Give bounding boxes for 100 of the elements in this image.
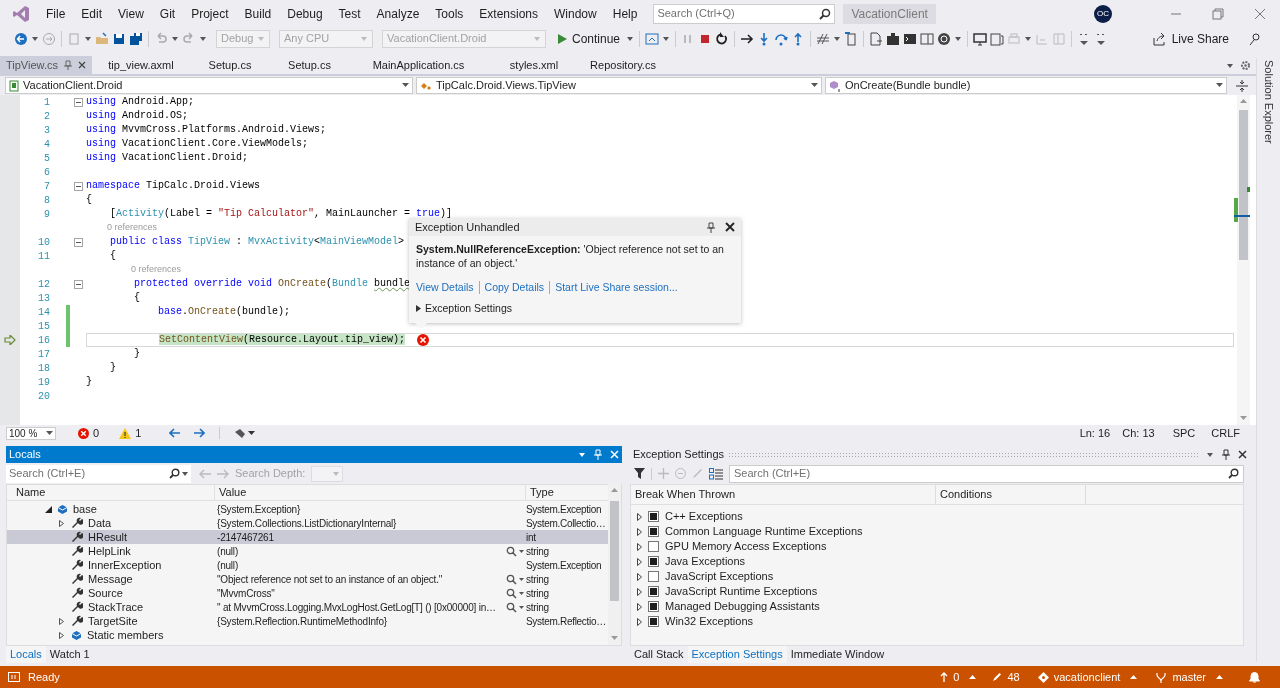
restore-icon[interactable] [1212, 7, 1224, 20]
menu-item[interactable]: Debug [279, 4, 331, 23]
menu-item[interactable]: Tools [427, 4, 472, 23]
checkbox[interactable] [648, 616, 659, 627]
changes-indicator[interactable]: 48 [992, 668, 1020, 686]
menu-item[interactable]: Extensions [471, 4, 547, 23]
collapse-icon[interactable] [74, 181, 83, 191]
navigation-dropdown[interactable]: TipCalc.Droid.Views.TipView [416, 77, 822, 94]
terminal-icon[interactable] [903, 31, 918, 46]
close-icon[interactable] [725, 222, 735, 232]
document-tab[interactable]: Repository.cs [580, 56, 666, 74]
document-tab[interactable]: MainApplication.cs [349, 56, 488, 74]
menu-item[interactable]: Help [604, 4, 646, 23]
vertical-scrollbar[interactable] [608, 484, 621, 645]
dropdown-caret-icon[interactable] [626, 35, 635, 42]
continue-button[interactable]: Continue [555, 29, 624, 48]
list-icon[interactable] [709, 467, 723, 480]
checkbox[interactable] [648, 571, 659, 582]
branch-indicator[interactable]: master [1155, 668, 1223, 686]
tree-row[interactable]: HResult -2147467261 int [7, 530, 609, 544]
forward-arrow-icon[interactable] [193, 428, 206, 438]
dropdown-caret-icon[interactable] [1024, 35, 1033, 42]
search-field[interactable]: Search (Ctrl+E) [729, 464, 1244, 483]
expand-arrow-icon[interactable] [59, 631, 64, 639]
checkbox[interactable] [648, 541, 659, 552]
monitor-icon[interactable] [973, 31, 988, 46]
column-header[interactable]: Conditions [935, 485, 1085, 504]
panel-tab[interactable]: Exception Settings [687, 646, 787, 663]
dropdown-caret-icon[interactable] [833, 35, 842, 42]
panel-tab[interactable]: Locals [6, 646, 46, 663]
pin-icon[interactable] [1222, 449, 1230, 460]
menu-item[interactable]: Build [236, 4, 280, 23]
visualizer-icon[interactable] [506, 545, 524, 557]
menu-item[interactable]: File [38, 4, 74, 23]
dropdown-caret-icon[interactable] [662, 35, 671, 42]
navigation-dropdown[interactable]: OnCreate(Bundle bundle) [825, 77, 1227, 94]
tree-row[interactable]: TargetSite {System.Reflection.RuntimeMethodInfo} System.Reflectio… [7, 614, 609, 628]
menu-item[interactable]: Edit [73, 4, 111, 23]
warning-count-button[interactable]: 1 [119, 424, 142, 442]
menu-item[interactable]: Analyze [368, 4, 428, 23]
visualizer-icon[interactable] [506, 587, 524, 599]
column-header[interactable]: Value [214, 484, 525, 501]
visualizer-icon[interactable] [506, 601, 524, 613]
back-arrow-icon[interactable] [169, 428, 182, 438]
dropdown-caret-icon[interactable] [199, 35, 207, 42]
popup-link[interactable]: View Details [416, 280, 474, 296]
tree-row[interactable]: base {System.Exception} System.Exception [7, 502, 609, 516]
save-icon[interactable] [112, 31, 126, 46]
dropdown-caret-icon[interactable] [84, 35, 92, 42]
dropdown-caret-icon[interactable] [1206, 451, 1214, 458]
close-icon[interactable] [1238, 450, 1247, 459]
error-count-button[interactable]: 0 [78, 424, 100, 442]
tree-row[interactable]: Source "MvvmCross" string [7, 586, 609, 600]
expand-arrow-icon[interactable] [59, 519, 64, 527]
document-tab[interactable]: Setup.cs [270, 56, 349, 74]
column-header[interactable]: Break When Thrown [631, 486, 935, 503]
menu-item[interactable]: View [110, 4, 152, 23]
split-editor-icon[interactable] [1236, 79, 1248, 92]
tree-row[interactable]: Static members [7, 628, 609, 642]
collapse-icon[interactable] [74, 279, 83, 289]
checkbox[interactable] [648, 556, 659, 567]
tree-row[interactable]: StackTrace " at MvvmCross.Logging.MvxLogHost.GetLog[T] () [0x00000] in… string [7, 600, 609, 614]
vertical-scrollbar[interactable] [1237, 95, 1250, 425]
column-header[interactable]: Name [7, 484, 214, 501]
tree-row[interactable]: Data {System.Collections.ListDictionaryInternal} System.Collectio… [7, 516, 609, 530]
popup-link[interactable]: Copy Details [484, 280, 545, 296]
menu-item[interactable]: Project [183, 4, 237, 23]
device-icon[interactable] [844, 31, 859, 46]
checkbox[interactable] [648, 526, 659, 537]
document-arrow-icon[interactable] [869, 31, 884, 46]
popup-link[interactable]: Start Live Share session... [555, 280, 678, 296]
document-tab[interactable]: tip_view.axml [92, 56, 190, 74]
menu-item[interactable]: Window [546, 4, 605, 23]
dropdown-caret-icon[interactable] [171, 35, 179, 42]
tree-row[interactable]: HelpLink (null) string [7, 544, 609, 558]
document-tab[interactable]: TipView.cs [0, 56, 92, 74]
menu-item[interactable]: Test [330, 4, 369, 23]
indent-indicator[interactable]: SPC [1172, 424, 1196, 442]
dropdown-caret-icon[interactable] [31, 35, 39, 42]
panel-tab[interactable]: Watch 1 [45, 646, 94, 663]
tree-row[interactable]: Message "Object reference not set to an instance of an object." string [7, 572, 609, 586]
save-all-icon[interactable] [129, 31, 143, 46]
package-icon[interactable] [886, 31, 901, 46]
back-icon[interactable] [14, 31, 28, 46]
close-icon[interactable] [78, 61, 86, 69]
checkbox[interactable] [648, 511, 659, 522]
menu-item[interactable]: Git [151, 4, 184, 23]
dropdown-caret-icon[interactable] [248, 430, 256, 436]
split-device-icon[interactable] [920, 31, 935, 46]
panel-tab[interactable]: Call Stack [630, 646, 688, 663]
exception-settings-expander[interactable]: Exception Settings [416, 300, 734, 317]
dropdown-caret-icon[interactable] [954, 35, 963, 42]
collapse-icon[interactable] [74, 237, 83, 247]
search-field[interactable]: Search (Ctrl+Q) [653, 3, 836, 24]
document-tab[interactable]: Setup.cs [190, 56, 270, 74]
filter-icon[interactable] [634, 468, 645, 479]
dropdown-caret-icon[interactable] [1226, 63, 1234, 69]
expand-arrow-icon[interactable] [59, 617, 64, 625]
restart-icon[interactable] [715, 31, 730, 46]
zoom-dropdown[interactable]: 100 % [6, 426, 56, 440]
